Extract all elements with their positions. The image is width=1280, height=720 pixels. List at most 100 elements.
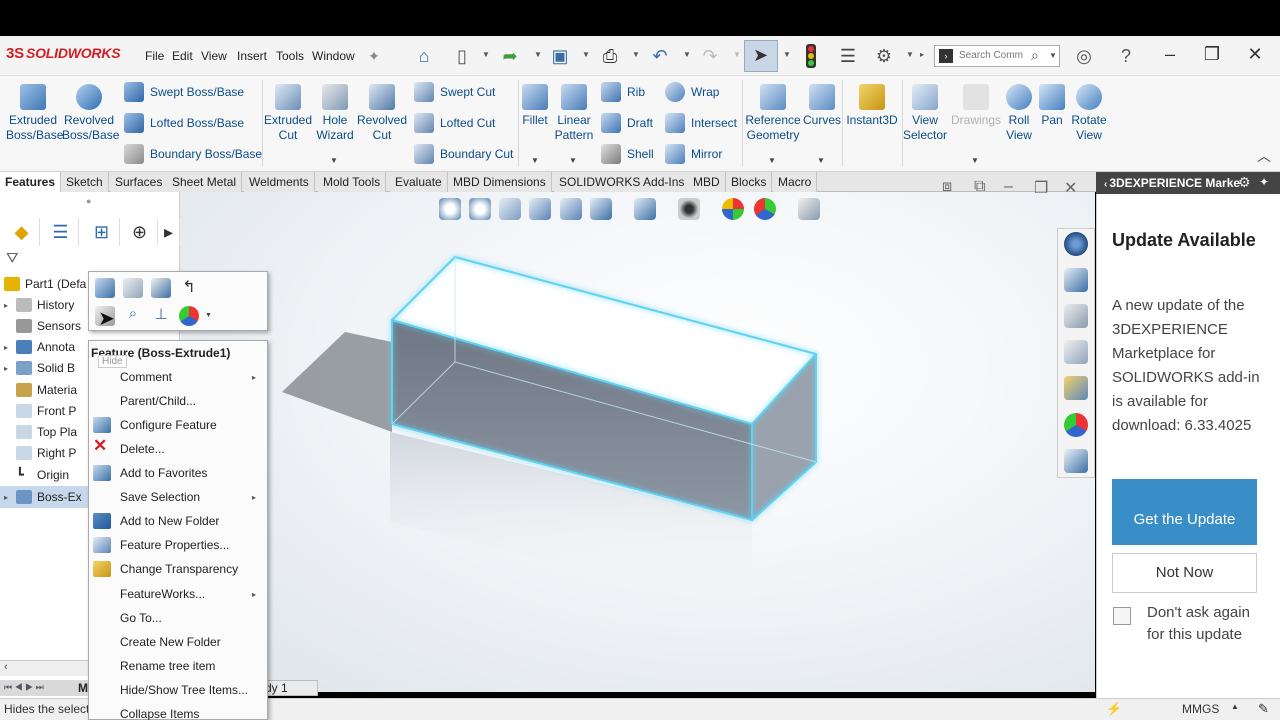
revolved-boss-button[interactable]: Revolved Boss/Base <box>62 84 119 143</box>
home-icon[interactable]: ⌂ <box>412 44 436 68</box>
zoom-to-area-icon[interactable] <box>469 198 491 220</box>
instant3d-button[interactable]: Instant3D <box>844 84 900 128</box>
fillet-button[interactable]: Fillet <box>518 84 552 128</box>
tab-mold-tools[interactable]: Mold Tools <box>318 172 387 192</box>
scroll-left-icon[interactable]: ‹ <box>4 661 8 673</box>
zoom-to-selection-icon[interactable]: ⌕ <box>123 305 143 325</box>
save-dropdown-icon[interactable]: ▼ <box>582 50 590 59</box>
menu-view[interactable]: View <box>201 49 227 63</box>
options-gear-icon[interactable]: ⚙ <box>872 44 896 68</box>
curves-dropdown-icon[interactable]: ▼ <box>817 156 825 165</box>
linear-pattern-button[interactable]: Linear Pattern <box>552 84 596 143</box>
menu-feature-properties[interactable]: Feature Properties... <box>120 538 229 552</box>
drawings-button[interactable]: Drawings <box>950 84 1002 128</box>
extruded-boss-button[interactable]: Extruded Boss/Base <box>6 84 63 143</box>
expand-icon[interactable]: ▸ <box>4 493 16 502</box>
lofted-cut-button[interactable]: Lofted Cut <box>414 113 495 133</box>
menu-tools[interactable]: Tools <box>276 49 304 63</box>
open-dropdown-icon[interactable]: ▼ <box>534 50 542 59</box>
tree-item-annotations[interactable]: ▸ Annota <box>4 337 75 357</box>
new-dropdown-icon[interactable]: ▼ <box>482 50 490 59</box>
viewport-tile-icon[interactable]: ⧈ <box>942 178 952 196</box>
previous-view-icon[interactable] <box>499 198 521 220</box>
tab-sketch[interactable]: Sketch <box>61 172 109 192</box>
menu-go-to[interactable]: Go To... <box>120 611 162 625</box>
user-account-icon[interactable]: ◎ <box>1072 44 1096 68</box>
draft-button[interactable]: Draft <box>601 113 653 133</box>
open-icon[interactable]: ➦ <box>498 44 522 68</box>
toolbar-overflow-icon[interactable]: ▸ <box>920 50 924 59</box>
roll-view-button[interactable]: Roll View <box>1004 84 1034 143</box>
shell-button[interactable]: Shell <box>601 144 654 164</box>
menu-configure-feature[interactable]: Configure Feature <box>120 418 217 432</box>
minimize-icon[interactable]: – <box>1156 44 1184 65</box>
tree-item-origin[interactable]: ┗ Origin <box>4 465 69 485</box>
tree-item-material[interactable]: Materia <box>4 380 77 400</box>
expand-icon[interactable]: ▸ <box>4 343 16 352</box>
menu-collapse-items[interactable]: Collapse Items <box>120 707 199 720</box>
tree-item-history[interactable]: ▸ History <box>4 295 74 315</box>
menu-parent-child[interactable]: Parent/Child... <box>120 394 196 408</box>
hole-dropdown-icon[interactable]: ▼ <box>330 156 338 165</box>
property-manager-tab-icon[interactable]: ☰ <box>43 218 79 246</box>
viewport-minimize-icon[interactable]: – <box>1004 178 1013 196</box>
zoom-to-fit-icon[interactable] <box>439 198 461 220</box>
boundary-cut-button[interactable]: Boundary Cut <box>414 144 513 164</box>
panel-settings-icon[interactable]: ⚙ <box>1238 174 1251 191</box>
custom-properties-icon[interactable] <box>1064 449 1088 473</box>
section-view-icon[interactable] <box>529 198 551 220</box>
menu-create-new-folder[interactable]: Create New Folder <box>120 635 221 649</box>
feature-manager-tab-icon[interactable]: ◆ <box>4 218 40 246</box>
appearance-icon[interactable] <box>179 306 199 326</box>
pattern-dropdown-icon[interactable]: ▼ <box>569 156 577 165</box>
collapse-ribbon-icon[interactable]: ︿ <box>1257 146 1271 166</box>
expand-icon[interactable]: ▸ <box>4 364 16 373</box>
select-button[interactable]: ➤ <box>744 40 778 72</box>
tab-mbd-dimensions[interactable]: MBD Dimensions <box>448 172 552 192</box>
units-dropdown-icon[interactable]: ▲ <box>1231 702 1239 711</box>
rebuild-status-icon[interactable]: ⚡ <box>1106 701 1122 717</box>
get-update-button[interactable]: Get the Update <box>1112 479 1257 545</box>
nav-arrows-icon[interactable]: ⏮ ◀ ▶ ⏭ <box>4 682 44 693</box>
design-library-icon[interactable] <box>1064 304 1088 328</box>
tab-features[interactable]: Features <box>0 172 62 192</box>
expand-icon[interactable]: ▸ <box>4 301 16 310</box>
drawings-dropdown-icon[interactable]: ▼ <box>971 156 979 165</box>
redo-icon[interactable]: ↷ <box>698 44 722 68</box>
back-icon[interactable]: ‹ <box>1104 179 1107 190</box>
boundary-boss-button[interactable]: Boundary Boss/Base <box>124 144 262 164</box>
swept-cut-button[interactable]: Swept Cut <box>414 82 495 102</box>
tab-surfaces[interactable]: Surfaces <box>110 172 169 192</box>
wrap-button[interactable]: Wrap <box>665 82 719 102</box>
normal-to-icon[interactable]: ⊥ <box>151 305 171 325</box>
hole-wizard-button[interactable]: Hole Wizard <box>310 84 360 143</box>
redo-dropdown-icon[interactable]: ▼ <box>733 50 741 59</box>
print-dropdown-icon[interactable]: ▼ <box>632 50 640 59</box>
intersect-button[interactable]: Intersect <box>665 113 737 133</box>
units-indicator[interactable]: MMGS <box>1182 702 1219 716</box>
print-icon[interactable]: ⎙ <box>598 44 622 68</box>
tree-item-boss-extrude[interactable]: ▸ Boss-Ex <box>4 487 82 507</box>
refgeom-dropdown-icon[interactable]: ▼ <box>768 156 776 165</box>
swept-boss-button[interactable]: Swept Boss/Base <box>124 82 244 102</box>
edit-feature-icon[interactable] <box>95 278 115 298</box>
pin-icon[interactable]: ✦ <box>362 44 386 68</box>
options-dropdown-icon[interactable]: ▼ <box>906 50 914 59</box>
not-now-button[interactable]: Not Now <box>1112 553 1257 593</box>
suppress-icon[interactable] <box>151 278 171 298</box>
menu-featureworks[interactable]: FeatureWorks... <box>120 587 205 601</box>
tree-item-top-plane[interactable]: Top Pla <box>4 422 77 442</box>
rotate-view-button[interactable]: Rotate View <box>1068 84 1110 143</box>
select-dropdown-icon[interactable]: ▼ <box>783 50 791 59</box>
configuration-manager-tab-icon[interactable]: ⊞ <box>84 218 120 246</box>
tab-solidworks-addins[interactable]: SOLIDWORKS Add-Ins <box>554 172 691 192</box>
file-explorer-icon[interactable] <box>1064 340 1088 364</box>
save-icon[interactable]: ▣ <box>548 44 572 68</box>
tab-macro[interactable]: Macro <box>773 172 818 192</box>
search-dropdown-icon[interactable]: ▼ <box>1049 51 1057 60</box>
menu-add-to-new-folder[interactable]: Add to New Folder <box>120 514 219 528</box>
mirror-button[interactable]: Mirror <box>665 144 722 164</box>
panel-splitter-dot[interactable]: ● <box>86 196 91 206</box>
viewport-close-icon[interactable]: ✕ <box>1064 178 1077 198</box>
edit-sketch-icon[interactable] <box>123 278 143 298</box>
